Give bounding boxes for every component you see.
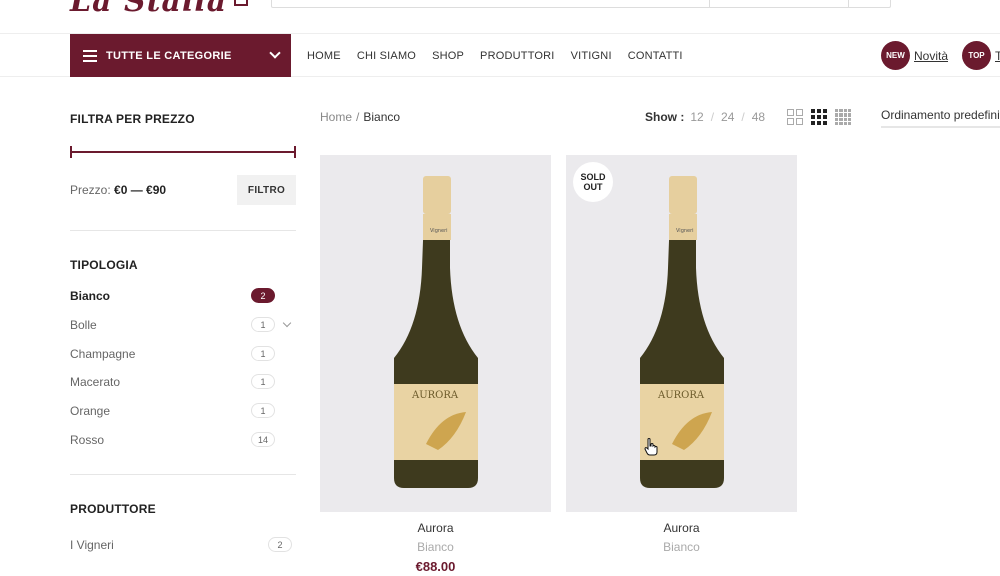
product-image[interactable]: Vigneri AURORA (320, 155, 551, 512)
tipologia-label: Rosso (70, 433, 105, 447)
product-price: €88.00 (415, 559, 456, 574)
grid-4-icon[interactable] (835, 109, 851, 125)
show-separator: / (710, 110, 715, 124)
tipologia-label: Macerato (70, 375, 121, 389)
show-option-24[interactable]: 24 (721, 110, 734, 124)
tipologia-label: Orange (70, 404, 111, 418)
bottle-label-text: AURORA (411, 390, 459, 401)
menu-item-home[interactable]: HOME (307, 50, 341, 62)
product-category[interactable]: Bianco (566, 540, 797, 554)
price-range-value: €0 — €90 (114, 183, 167, 197)
divider (70, 230, 296, 231)
novita-label: Novità (914, 48, 949, 63)
tipologia-item-bianco[interactable]: Bianco 2 (70, 287, 275, 305)
show-option-48[interactable]: 48 (752, 110, 765, 124)
menu-item-shop[interactable]: SHOP (432, 50, 464, 62)
product-name[interactable]: Aurora (320, 521, 551, 535)
bottle-label-text: AURORA (657, 390, 705, 401)
filter-button[interactable]: FILTRO (237, 175, 296, 205)
all-categories-label: TUTTE LE CATEGORIE (106, 49, 232, 62)
top-badge-icon: TOP (962, 41, 991, 70)
wine-bottle-image: Vigneri AURORA (394, 176, 478, 488)
price-filter-title: FILTRA PER PREZZO (70, 112, 195, 126)
chevron-down-icon (269, 47, 281, 59)
tipologia-label: Bianco (70, 289, 111, 303)
tipologia-label: Bolle (70, 318, 97, 332)
main-navigation: TUTTE LE CATEGORIE HOME CHI SIAMO SHOP P… (0, 33, 1000, 77)
product-name[interactable]: Aurora (566, 521, 797, 535)
neck-label-text: Vigneri (430, 228, 448, 234)
produttore-title: PRODUTTORE (70, 502, 156, 516)
product-image[interactable]: SOLD OUT Vigneri AURORA (566, 155, 797, 512)
top-label: T (995, 48, 1000, 63)
top-link[interactable]: TOP T (962, 41, 1000, 70)
price-label: Prezzo: (70, 183, 111, 197)
sold-out-badge: SOLD OUT (573, 162, 613, 202)
logo-glyph (234, 0, 248, 6)
tipologia-title: TIPOLOGIA (70, 258, 138, 272)
new-badge-icon: NEW (881, 41, 910, 70)
search-divider (709, 0, 710, 7)
search-bar[interactable] (271, 0, 891, 8)
grid-2-icon[interactable] (787, 109, 803, 125)
breadcrumb-current: Bianco (363, 110, 401, 124)
tipologia-item-champagne[interactable]: Champagne 1 (70, 345, 275, 363)
breadcrumb-home[interactable]: Home (320, 110, 352, 124)
menu-item-vitigni[interactable]: VITIGNI (571, 50, 612, 62)
menu-item-contatti[interactable]: CONTATTI (628, 50, 683, 62)
breadcrumb-separator: / (356, 110, 360, 124)
tipologia-count: 14 (250, 432, 275, 447)
all-categories-button[interactable]: TUTTE LE CATEGORIE (70, 34, 291, 77)
show-option-12[interactable]: 12 (690, 110, 703, 124)
grid-3-icon[interactable] (811, 109, 827, 125)
tipologia-count: 1 (251, 346, 275, 361)
tipologia-item-bolle[interactable]: Bolle 1 (70, 316, 275, 334)
menu-item-produttori[interactable]: PRODUTTORI (480, 50, 555, 62)
tipologia-item-rosso[interactable]: Rosso 14 (70, 431, 275, 449)
per-page-selector: Show : 12 / 24 / 48 (645, 110, 765, 124)
menu: HOME CHI SIAMO SHOP PRODUTTORI VITIGNI C… (307, 34, 699, 77)
menu-item-chi-siamo[interactable]: CHI SIAMO (357, 50, 416, 62)
hamburger-icon (83, 50, 97, 62)
grid-view-switcher (787, 109, 859, 125)
price-range-text: Prezzo: €0 — €90 (70, 183, 166, 197)
tipologia-item-orange[interactable]: Orange 1 (70, 402, 275, 420)
tipologia-count: 1 (251, 317, 275, 332)
top-header: La Stalla (0, 0, 1000, 33)
tipologia-label: Champagne (70, 347, 136, 361)
neck-label-text: Vigneri (676, 228, 694, 234)
produttore-item-i-vigneri[interactable]: I Vigneri 2 (70, 536, 292, 554)
show-separator: / (741, 110, 745, 124)
produttore-count: 2 (268, 537, 292, 552)
product-card[interactable]: Vigneri AURORA Aurora Bianco €88.00 (320, 155, 551, 574)
tipologia-count: 2 (251, 288, 275, 303)
tipologia-item-macerato[interactable]: Macerato 1 (70, 373, 275, 391)
search-divider (848, 0, 849, 7)
show-label: Show : (645, 110, 685, 124)
site-logo[interactable]: La Stalla (70, 0, 227, 19)
sort-dropdown[interactable]: Ordinamento predefinito (881, 108, 1000, 128)
price-range-slider[interactable] (70, 146, 296, 158)
divider (70, 474, 296, 475)
tipologia-count: 1 (251, 374, 275, 389)
product-category[interactable]: Bianco (320, 540, 551, 554)
tipologia-count: 1 (251, 403, 275, 418)
breadcrumb: Home / Bianco (320, 110, 400, 124)
hand-cursor-icon (644, 438, 658, 456)
produttore-label: I Vigneri (70, 538, 114, 552)
chevron-down-icon[interactable] (282, 318, 292, 328)
product-card[interactable]: SOLD OUT Vigneri AURORA Aurora Bianco (566, 155, 797, 554)
novita-link[interactable]: NEW Novità (881, 41, 948, 70)
